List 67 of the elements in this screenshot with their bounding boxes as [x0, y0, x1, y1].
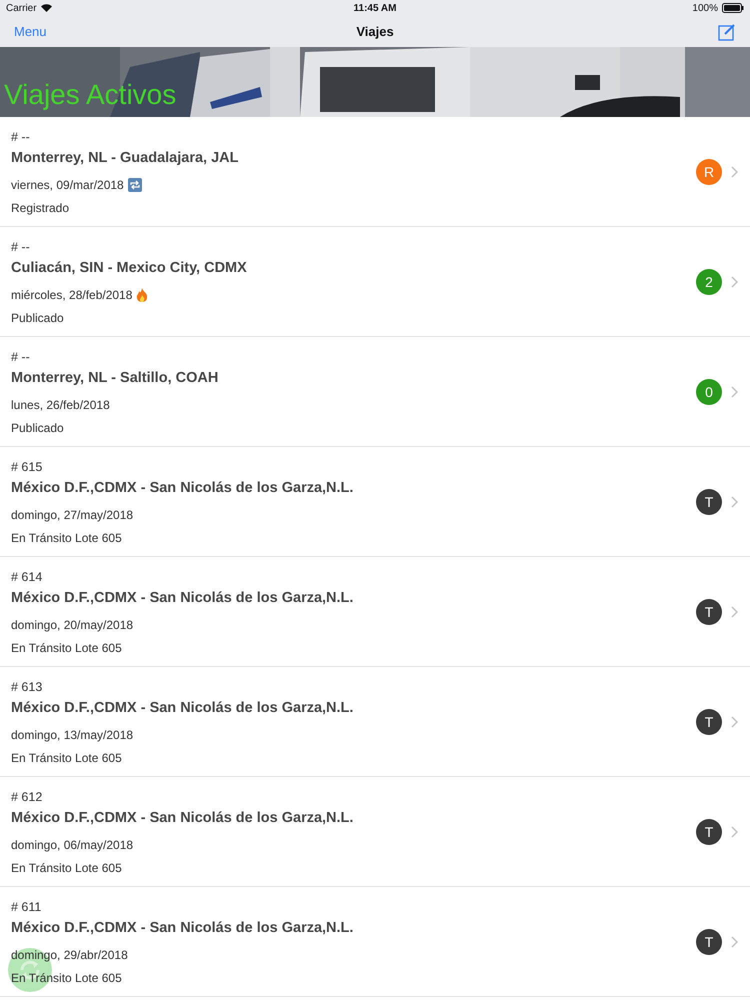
battery-percent: 100% — [692, 2, 718, 14]
trip-status: Registrado — [11, 201, 70, 215]
trip-number: # 615 — [11, 460, 44, 474]
trip-status: Publicado — [11, 421, 65, 435]
trip-row[interactable]: # 614 México D.F.,CDMX - San Nicolás de los Garza,N.L. domingo, 20/may/2018 En Tránsito Lote 605 T — [0, 557, 750, 667]
chevron-icon — [731, 166, 738, 178]
flame-icon — [136, 288, 148, 302]
section-title: Viajes Activos — [4, 79, 176, 111]
trip-date: lunes, 26/feb/2018 — [11, 398, 110, 412]
status-badge: T — [696, 708, 722, 734]
trip-route: Monterrey, NL - Guadalajara, JAL — [11, 150, 240, 166]
trip-number: # 614 — [11, 570, 44, 584]
trip-date: viernes, 09/mar/2018 — [11, 178, 124, 192]
chevron-icon — [731, 276, 738, 288]
status-badge: 2 — [696, 268, 722, 294]
trip-status: Publicado — [11, 311, 65, 325]
trip-route: México D.F.,CDMX - San Nicolás de los Garza,N.L. — [11, 810, 354, 826]
wifi-icon — [40, 4, 52, 12]
trip-row[interactable]: # 612 México D.F.,CDMX - San Nicolás de los Garza,N.L. domingo, 06/may/2018 En Tránsito Lote 605 T — [0, 777, 750, 887]
trip-date: domingo, 27/may/2018 — [11, 508, 134, 522]
carrier-label: Carrier — [6, 2, 37, 14]
trip-date: domingo, 29/abr/2018 — [11, 948, 128, 962]
nav-title: Viajes — [356, 24, 394, 39]
trip-row[interactable]: # 611 México D.F.,CDMX - San Nicolás de los Garza,N.L. domingo, 29/abr/2018 En Tránsito Lote 605 T — [0, 887, 750, 997]
trip-row[interactable]: # -- Culiacán, SIN - Mexico City, CDMX miércoles, 28/feb/2018 Publicado 2 — [0, 227, 750, 337]
trip-date: miércoles, 28/feb/2018 — [11, 288, 132, 302]
chevron-icon — [731, 826, 738, 838]
status-badge: T — [696, 598, 722, 624]
trip-row[interactable]: # -- Monterrey, NL - Guadalajara, JAL viernes, 09/mar/2018 Registrado R — [0, 117, 750, 227]
chevron-icon — [731, 606, 738, 618]
compose-icon — [718, 22, 736, 40]
trip-status: En Tránsito Lote 605 — [11, 861, 123, 875]
trip-route: México D.F.,CDMX - San Nicolás de los Garza,N.L. — [11, 920, 354, 936]
trip-route: México D.F.,CDMX - San Nicolás de los Garza,N.L. — [11, 590, 354, 606]
trip-route: México D.F.,CDMX - San Nicolás de los Garza,N.L. — [11, 700, 354, 716]
status-badge: T — [696, 818, 722, 844]
status-badge: 0 — [696, 378, 722, 404]
trip-number: # -- — [11, 240, 31, 254]
status-badge: R — [696, 158, 722, 184]
status-badge: T — [696, 928, 722, 954]
clock-time: 11:45 AM — [354, 2, 396, 14]
trip-row[interactable]: # -- Monterrey, NL - Saltillo, COAH lunes, 26/feb/2018 Publicado 0 — [0, 337, 750, 447]
trip-status: En Tránsito Lote 605 — [11, 971, 123, 985]
trip-date: domingo, 13/may/2018 — [11, 728, 134, 742]
trip-date: domingo, 20/may/2018 — [11, 618, 134, 632]
trip-date: domingo, 06/may/2018 — [11, 838, 134, 852]
trip-number: # -- — [11, 130, 31, 144]
trip-route: Culiacán, SIN - Mexico City, CDMX — [11, 260, 248, 276]
chevron-icon — [731, 716, 738, 728]
trip-number: # 612 — [11, 790, 44, 804]
trip-status: En Tránsito Lote 605 — [11, 641, 123, 655]
trip-status: En Tránsito Lote 605 — [11, 751, 123, 765]
trip-row[interactable]: # 615 México D.F.,CDMX - San Nicolás de los Garza,N.L. domingo, 27/may/2018 En Tránsito Lote 605 T — [0, 447, 750, 557]
chevron-icon — [731, 386, 738, 398]
trip-number: # 613 — [11, 680, 44, 694]
trip-row[interactable]: # 613 México D.F.,CDMX - San Nicolás de los Garza,N.L. domingo, 13/may/2018 En Tránsito Lote 605 T — [0, 667, 750, 777]
compose-button[interactable] — [718, 22, 736, 40]
status-badge: T — [696, 488, 722, 514]
trip-route: México D.F.,CDMX - San Nicolás de los Garza,N.L. — [11, 480, 354, 496]
trip-number: # 611 — [11, 900, 42, 914]
chevron-icon — [731, 936, 738, 948]
chevron-icon — [731, 496, 738, 508]
trip-number: # -- — [11, 350, 31, 364]
trip-status: En Tránsito Lote 605 — [11, 531, 123, 545]
trip-route: Monterrey, NL - Saltillo, COAH — [11, 370, 220, 386]
battery-icon — [722, 3, 744, 13]
repeat-icon — [128, 178, 142, 192]
